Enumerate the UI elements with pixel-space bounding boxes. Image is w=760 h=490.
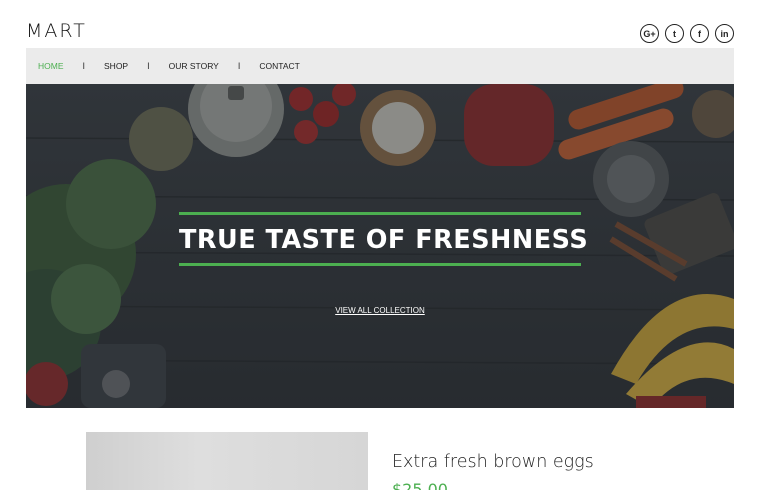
social-links: G+ t f in xyxy=(640,24,734,43)
nav-separator: I xyxy=(82,61,86,71)
google-plus-icon[interactable]: G+ xyxy=(640,24,659,43)
hero-cta-wrap: VIEW ALL COLLECTION xyxy=(26,300,734,318)
linkedin-icon[interactable]: in xyxy=(715,24,734,43)
product-price: $25.00 xyxy=(392,480,448,490)
hero-banner: TRUE TASTE OF FRESHNESS VIEW ALL COLLECT… xyxy=(26,84,734,408)
product-image[interactable] xyxy=(86,432,368,490)
nav-item-contact[interactable]: CONTACT xyxy=(259,61,299,71)
hero-bottom-divider xyxy=(179,263,581,266)
twitter-icon[interactable]: t xyxy=(665,24,684,43)
facebook-icon[interactable]: f xyxy=(690,24,709,43)
view-all-collection-link[interactable]: VIEW ALL COLLECTION xyxy=(335,306,425,315)
site-logo[interactable]: MART xyxy=(26,20,87,42)
hero-title: TRUE TASTE OF FRESHNESS xyxy=(179,225,589,255)
nav-separator: I xyxy=(147,61,150,71)
nav-item-home[interactable]: HOME xyxy=(38,61,64,71)
nav-separator: I xyxy=(237,61,241,71)
nav-item-our-story[interactable]: OUR STORY xyxy=(169,61,219,71)
hero-title-block: TRUE TASTE OF FRESHNESS xyxy=(179,212,589,266)
main-nav: HOME I SHOP I OUR STORY I CONTACT xyxy=(26,48,734,84)
top-bar: MART G+ t f in xyxy=(26,18,734,48)
product-title[interactable]: Extra fresh brown eggs xyxy=(392,452,594,472)
nav-item-shop[interactable]: SHOP xyxy=(104,61,128,71)
